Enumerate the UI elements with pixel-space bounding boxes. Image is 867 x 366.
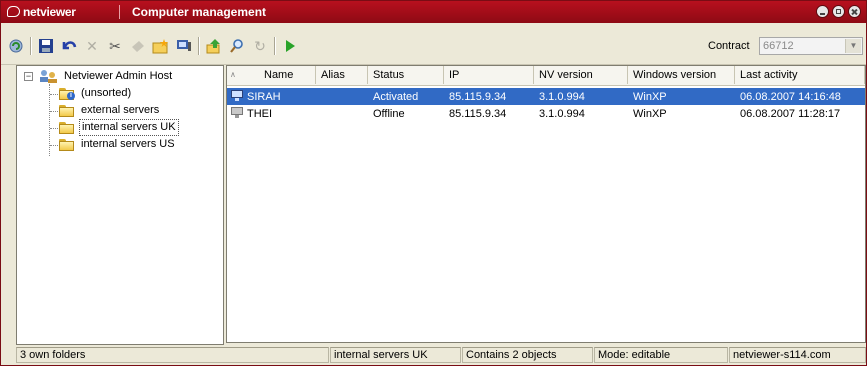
undo-icon[interactable] — [60, 37, 78, 55]
status-bar: 3 own folders internal servers UK Contai… — [1, 345, 866, 365]
folder-tree[interactable]: − Netviewer Admin Host i (unsorted) exte… — [16, 65, 224, 345]
window-title: Computer management — [132, 5, 267, 19]
tree-root-label: Netviewer Admin Host — [64, 70, 173, 82]
column-header-last-activity[interactable]: Last activity — [735, 66, 865, 84]
folder-icon — [59, 104, 75, 117]
cell-windows-version: WinXP — [633, 108, 667, 120]
title-bar: netviewer Computer management — [1, 1, 866, 23]
status-folder-count: 3 own folders — [16, 347, 329, 363]
status-current-folder: internal servers UK — [330, 347, 461, 363]
column-header-name[interactable]: ∧ Name — [227, 66, 316, 84]
column-header-alias[interactable]: Alias — [316, 66, 368, 84]
netviewer-logo: netviewer — [7, 4, 76, 19]
toolbar-separator — [274, 37, 276, 55]
contract-value: 66712 — [763, 40, 794, 52]
column-header-status[interactable]: Status — [368, 66, 444, 84]
contract-label: Contract — [708, 40, 750, 52]
table-row[interactable]: THEI Offline 85.115.9.34 3.1.0.994 WinXP… — [227, 105, 865, 122]
tree-item-label: internal servers UK — [79, 119, 179, 136]
computer-offline-icon — [231, 107, 243, 119]
tree-item-label: external servers — [81, 104, 160, 116]
tree-item-internal-servers-us[interactable]: internal servers US — [59, 136, 177, 153]
tree-item-label: internal servers US — [81, 138, 175, 150]
computer-list[interactable]: ∧ Name Alias Status IP NV version Window… — [226, 65, 866, 343]
folder-icon: i — [59, 87, 75, 100]
column-header-windows-version[interactable]: Windows version — [628, 66, 735, 84]
status-mode: Mode: editable — [594, 347, 728, 363]
cell-status: Offline — [373, 108, 405, 120]
computer-icon — [231, 90, 243, 102]
info-icon: i — [67, 91, 75, 100]
search-icon[interactable] — [228, 37, 246, 55]
save-icon[interactable] — [37, 37, 55, 55]
close-button[interactable] — [848, 5, 861, 18]
tree-connector — [50, 145, 58, 146]
cell-name: SIRAH — [247, 91, 281, 103]
collapse-toggle[interactable]: − — [24, 72, 33, 81]
tree-connector — [50, 128, 58, 129]
minimize-button[interactable] — [816, 5, 829, 18]
table-row[interactable]: SIRAH Activated 85.115.9.34 3.1.0.994 Wi… — [227, 88, 865, 105]
maximize-button[interactable] — [832, 5, 845, 18]
list-header: ∧ Name Alias Status IP NV version Window… — [227, 66, 865, 86]
chat-bubble-icon — [7, 6, 20, 17]
upload-icon[interactable] — [205, 37, 223, 55]
cell-windows-version: WinXP — [633, 91, 667, 103]
new-folder-icon[interactable] — [152, 37, 170, 55]
tree-connector — [50, 111, 58, 112]
delete-icon[interactable]: ✕ — [83, 37, 101, 55]
toolbar-separator — [198, 37, 200, 55]
brand-name: netviewer — [23, 4, 76, 19]
refresh-icon[interactable] — [7, 37, 25, 55]
sort-ascending-icon: ∧ — [230, 70, 236, 79]
tree-root[interactable]: Netviewer Admin Host — [38, 68, 174, 85]
column-header-nv-version[interactable]: NV version — [534, 66, 628, 84]
tree-item-unsorted[interactable]: i (unsorted) — [59, 85, 133, 102]
toolbar: ✕ ✂ ↻ Contract 66712 ▼ — [1, 24, 866, 65]
toolbar-separator — [30, 37, 32, 55]
cell-nv-version: 3.1.0.994 — [539, 108, 585, 120]
cut-icon[interactable]: ✂ — [106, 37, 124, 55]
tree-item-label: (unsorted) — [81, 87, 132, 99]
status-server: netviewer-s114.com — [729, 347, 866, 363]
chevron-down-icon[interactable]: ▼ — [845, 39, 861, 53]
cell-nv-version: 3.1.0.994 — [539, 91, 585, 103]
contract-select[interactable]: 66712 ▼ — [759, 37, 863, 55]
tree-item-external-servers[interactable]: external servers — [59, 102, 161, 119]
cell-last-activity: 06.08.2007 14:16:48 — [740, 91, 841, 103]
copy-icon[interactable] — [129, 37, 147, 55]
title-separator — [119, 5, 120, 19]
folder-icon — [59, 138, 75, 151]
window-controls — [816, 5, 861, 18]
network-host-icon — [38, 69, 58, 84]
status-object-count: Contains 2 objects — [462, 347, 593, 363]
cell-ip: 85.115.9.34 — [449, 91, 507, 103]
cell-ip: 85.115.9.34 — [449, 108, 507, 120]
play-icon[interactable] — [281, 37, 299, 55]
tree-connector — [50, 94, 58, 95]
cell-status: Activated — [373, 91, 419, 103]
open-folder-icon — [59, 121, 75, 134]
sync-icon[interactable]: ↻ — [251, 37, 269, 55]
app-window: netviewer Computer management ✕ ✂ ↻ Cont… — [0, 0, 867, 366]
properties-icon[interactable] — [175, 37, 193, 55]
column-header-ip[interactable]: IP — [444, 66, 534, 84]
tree-item-internal-servers-uk[interactable]: internal servers UK — [59, 119, 179, 136]
cell-last-activity: 06.08.2007 11:28:17 — [740, 108, 841, 120]
cell-name: THEI — [247, 108, 273, 120]
